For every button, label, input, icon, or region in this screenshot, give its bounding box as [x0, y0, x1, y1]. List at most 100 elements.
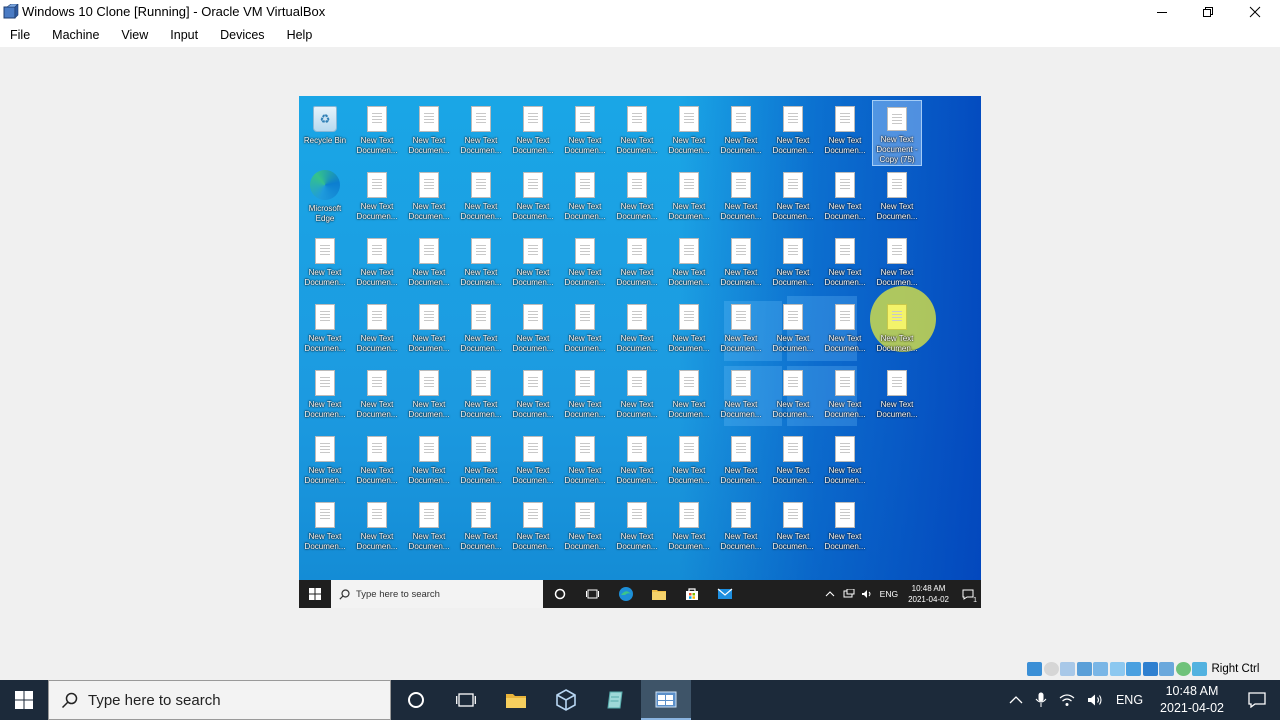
- wifi-icon[interactable]: [1059, 693, 1075, 707]
- text-file-icon[interactable]: New Text Documen...: [508, 298, 558, 358]
- text-file-icon[interactable]: New Text Documen...: [560, 496, 610, 556]
- text-file-icon[interactable]: New Text Documen...: [716, 298, 766, 358]
- text-file-icon[interactable]: New Text Documen...: [352, 364, 402, 424]
- text-file-icon[interactable]: New Text Documen...: [404, 364, 454, 424]
- text-file-icon[interactable]: New Text Documen...: [768, 430, 818, 490]
- text-file-icon[interactable]: New Text Documen...: [768, 232, 818, 292]
- text-file-icon[interactable]: New Text Documen...: [456, 166, 506, 226]
- text-file-icon[interactable]: New Text Documen...: [352, 496, 402, 556]
- guest-edge-button[interactable]: [609, 580, 642, 608]
- text-file-icon[interactable]: New Text Documen...: [352, 298, 402, 358]
- volume-icon[interactable]: [1087, 693, 1103, 707]
- text-file-icon[interactable]: New Text Documen...: [560, 166, 610, 226]
- text-file-icon[interactable]: New Text Documen...: [716, 166, 766, 226]
- text-file-icon[interactable]: New Text Documen...: [300, 496, 350, 556]
- audio-icon[interactable]: [1060, 661, 1075, 676]
- text-file-icon[interactable]: New Text Documen...: [612, 430, 662, 490]
- text-file-icon[interactable]: New Text Documen...: [456, 430, 506, 490]
- text-file-icon[interactable]: New Text Documen...: [508, 364, 558, 424]
- text-file-icon[interactable]: New Text Documen...: [352, 100, 402, 160]
- text-file-icon[interactable]: New Text Documen...: [768, 364, 818, 424]
- text-file-icon[interactable]: New Text Documen...: [508, 100, 558, 160]
- text-file-icon[interactable]: New Text Documen...: [664, 166, 714, 226]
- text-file-icon[interactable]: New Text Documen...: [820, 496, 870, 556]
- host-start-button[interactable]: [0, 680, 48, 720]
- close-button[interactable]: [1232, 0, 1278, 23]
- text-file-icon[interactable]: New Text Documen...: [664, 232, 714, 292]
- text-file-icon[interactable]: New Text Documen...: [404, 430, 454, 490]
- guest-screen[interactable]: ♻ Recycle Bin Microsoft Edge New Text Docum…: [299, 96, 981, 608]
- text-file-icon[interactable]: New Text Documen...: [300, 364, 350, 424]
- cpu-icon[interactable]: [1159, 661, 1174, 676]
- text-file-icon[interactable]: New Text Documen...: [820, 298, 870, 358]
- menu-help[interactable]: Help: [277, 28, 322, 42]
- text-file-icon[interactable]: New Text Documen...: [352, 430, 402, 490]
- mouse-integration-icon[interactable]: [1175, 661, 1191, 676]
- text-file-icon[interactable]: New Text Documen...: [820, 232, 870, 292]
- text-file-icon[interactable]: New Text Documen...: [456, 298, 506, 358]
- text-file-icon[interactable]: New Text Documen...: [560, 100, 610, 160]
- text-file-icon[interactable]: New Text Documen...: [872, 166, 922, 226]
- text-file-icon[interactable]: New Text Documen...: [716, 364, 766, 424]
- host-vm-window-button[interactable]: [641, 680, 691, 720]
- selected-text-file-icon[interactable]: New Text Document - Copy (75): [872, 100, 922, 166]
- text-file-icon[interactable]: New Text Documen...: [508, 430, 558, 490]
- text-file-icon[interactable]: New Text Documen...: [820, 100, 870, 160]
- text-file-icon[interactable]: New Text Documen...: [768, 166, 818, 226]
- host-task-view-button[interactable]: [441, 680, 491, 720]
- text-file-icon[interactable]: New Text Documen...: [612, 496, 662, 556]
- guest-task-view-button[interactable]: [576, 580, 609, 608]
- text-file-icon[interactable]: New Text Documen...: [664, 430, 714, 490]
- text-file-icon[interactable]: New Text Documen...: [872, 364, 922, 424]
- menu-machine[interactable]: Machine: [42, 28, 108, 42]
- volume-icon[interactable]: [861, 589, 873, 599]
- highlighted-text-file-icon[interactable]: New Text Documen...: [872, 298, 922, 358]
- usb-icon[interactable]: [1093, 661, 1108, 676]
- optical-drive-icon[interactable]: [1043, 661, 1059, 676]
- text-file-icon[interactable]: New Text Documen...: [456, 100, 506, 160]
- text-file-icon[interactable]: New Text Documen...: [716, 430, 766, 490]
- menu-devices[interactable]: Devices: [210, 28, 273, 42]
- text-file-icon[interactable]: New Text Documen...: [300, 430, 350, 490]
- text-file-icon[interactable]: New Text Documen...: [300, 232, 350, 292]
- microsoft-edge-icon[interactable]: Microsoft Edge: [300, 166, 350, 226]
- text-file-icon[interactable]: New Text Documen...: [664, 364, 714, 424]
- text-file-icon[interactable]: New Text Documen...: [820, 364, 870, 424]
- menu-input[interactable]: Input: [160, 28, 207, 42]
- text-file-icon[interactable]: New Text Documen...: [508, 232, 558, 292]
- guest-cortana-button[interactable]: [543, 580, 576, 608]
- text-file-icon[interactable]: New Text Documen...: [404, 232, 454, 292]
- text-file-icon[interactable]: New Text Documen...: [456, 232, 506, 292]
- text-file-icon[interactable]: New Text Documen...: [716, 496, 766, 556]
- text-file-icon[interactable]: New Text Documen...: [820, 166, 870, 226]
- guest-clock[interactable]: 10:48 AM 2021-04-02: [908, 583, 949, 605]
- text-file-icon[interactable]: New Text Documen...: [612, 232, 662, 292]
- chevron-up-icon[interactable]: [1009, 695, 1023, 705]
- host-search-box[interactable]: Type here to search: [48, 680, 391, 720]
- text-file-icon[interactable]: New Text Documen...: [768, 100, 818, 160]
- host-language-indicator[interactable]: ENG: [1116, 693, 1143, 707]
- text-file-icon[interactable]: New Text Documen...: [612, 166, 662, 226]
- guest-mail-button[interactable]: [708, 580, 741, 608]
- shared-folder-icon[interactable]: [1109, 661, 1125, 676]
- guest-file-explorer-button[interactable]: [642, 580, 675, 608]
- text-file-icon[interactable]: New Text Documen...: [612, 298, 662, 358]
- text-file-icon[interactable]: New Text Documen...: [300, 298, 350, 358]
- guest-start-button[interactable]: [299, 580, 331, 608]
- text-file-icon[interactable]: New Text Documen...: [716, 232, 766, 292]
- text-file-icon[interactable]: New Text Documen...: [768, 496, 818, 556]
- text-file-icon[interactable]: New Text Documen...: [664, 298, 714, 358]
- text-file-icon[interactable]: New Text Documen...: [508, 496, 558, 556]
- host-cortana-button[interactable]: [391, 680, 441, 720]
- text-file-icon[interactable]: New Text Documen...: [456, 364, 506, 424]
- text-file-icon[interactable]: New Text Documen...: [664, 496, 714, 556]
- text-file-icon[interactable]: New Text Documen...: [872, 232, 922, 292]
- menu-file[interactable]: File: [0, 28, 39, 42]
- text-file-icon[interactable]: New Text Documen...: [352, 166, 402, 226]
- display-icon[interactable]: [1126, 661, 1141, 676]
- network-icon[interactable]: [1076, 661, 1092, 676]
- text-file-icon[interactable]: New Text Documen...: [820, 430, 870, 490]
- network-icon[interactable]: [843, 589, 855, 599]
- chevron-up-icon[interactable]: [825, 590, 835, 598]
- text-file-icon[interactable]: New Text Documen...: [716, 100, 766, 160]
